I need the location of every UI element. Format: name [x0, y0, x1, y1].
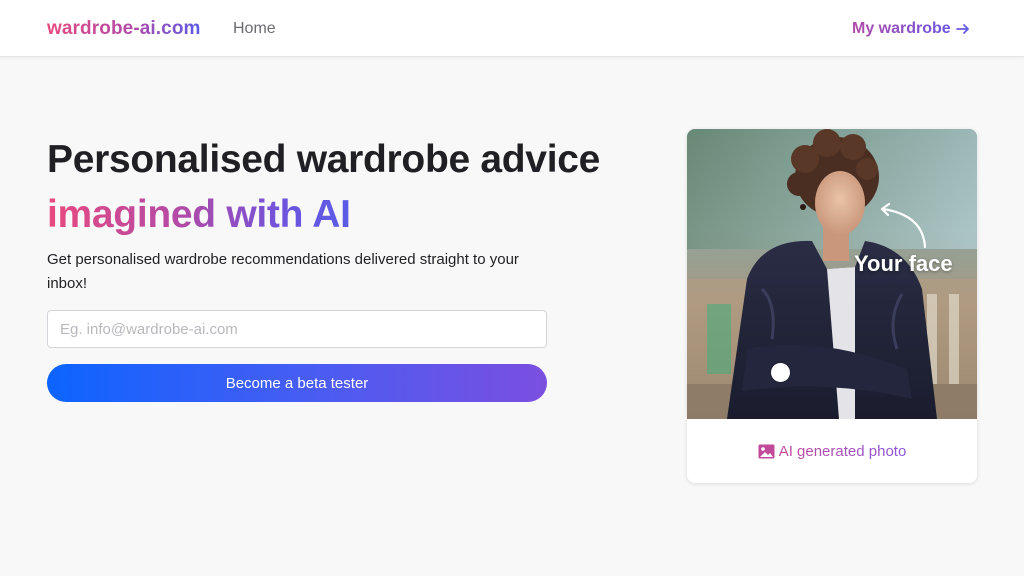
my-wardrobe-label: My wardrobe	[852, 20, 951, 37]
arrow-right-icon	[955, 21, 971, 37]
navbar: wardrobe-ai.com Home My wardrobe	[0, 0, 1024, 57]
nav-home-link[interactable]: Home	[233, 20, 276, 38]
slider-handle[interactable]	[771, 363, 790, 382]
brand-logo-link[interactable]: wardrobe-ai.com	[47, 18, 201, 40]
ai-generated-photo: Your face	[687, 129, 977, 419]
photo-card: Your face AI generated photo	[687, 129, 977, 483]
curved-arrow-icon	[875, 201, 931, 251]
page-subtitle: imagined with AI	[47, 193, 351, 236]
photo-caption: AI generated photo	[687, 419, 977, 483]
caption-text: AI generated photo	[778, 442, 907, 460]
hero-description: Get personalised wardrobe recommendation…	[47, 251, 519, 292]
email-input[interactable]	[47, 310, 547, 348]
beta-tester-button[interactable]: Become a beta tester	[47, 364, 547, 402]
image-icon	[758, 444, 775, 459]
your-face-label: Your face	[854, 251, 953, 276]
my-wardrobe-link[interactable]: My wardrobe	[852, 20, 971, 38]
page-title: Personalised wardrobe advice	[47, 138, 601, 181]
